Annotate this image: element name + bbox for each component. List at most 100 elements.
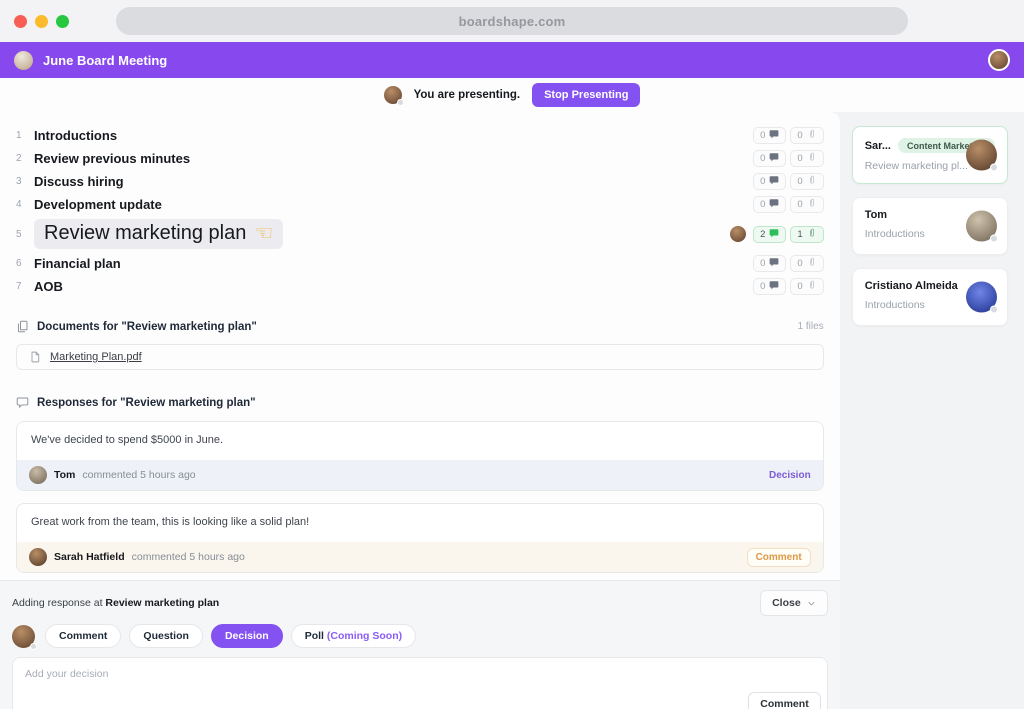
file-icon — [29, 351, 41, 363]
browser-chrome: boardshape.com — [0, 0, 1024, 42]
commenter-avatar — [29, 466, 47, 484]
close-composer-button[interactable]: Close — [760, 590, 828, 616]
responses-section-title: Responses for "Review marketing plan" — [37, 397, 824, 409]
files-count-badge[interactable]: 0 — [790, 127, 823, 144]
minimize-window-button[interactable] — [35, 15, 48, 28]
agenda-item-review-previous-minutes[interactable]: 2 Review previous minutes 0 0 — [0, 147, 840, 170]
participant-name: Tom — [865, 209, 887, 221]
agenda-number: 7 — [16, 281, 30, 292]
agenda-item-aob[interactable]: 7 AOB 0 0 — [0, 275, 840, 298]
composer-context-label: Adding response at Review marketing plan — [12, 597, 760, 609]
status-dot — [990, 235, 998, 243]
board-logo-avatar — [14, 51, 33, 70]
paperclip-icon — [807, 175, 817, 188]
response-composer: Adding response at Review marketing plan… — [0, 580, 840, 709]
participant-avatar — [966, 282, 997, 313]
zoom-window-button[interactable] — [56, 15, 69, 28]
comments-count-badge-active[interactable]: 2 — [753, 226, 786, 243]
agenda-number: 2 — [16, 153, 30, 164]
app-header: June Board Meeting — [0, 42, 1024, 78]
chat-icon — [769, 198, 779, 211]
files-count-badge[interactable]: 0 — [790, 278, 823, 295]
response-body: We've decided to spend $5000 in June. — [17, 422, 823, 460]
files-count-badge[interactable]: 0 — [790, 196, 823, 213]
stop-presenting-button[interactable]: Stop Presenting — [532, 83, 640, 107]
chat-icon — [769, 257, 779, 270]
close-window-button[interactable] — [14, 15, 27, 28]
main-column: 1 Introductions 0 0 2 Review previous mi… — [0, 112, 840, 709]
participant-card-tom[interactable]: Tom Introductions — [852, 197, 1008, 255]
window-controls — [14, 15, 69, 28]
document-link[interactable]: Marketing Plan.pdf — [50, 351, 142, 363]
participant-avatar — [966, 211, 997, 242]
response-card-decision: We've decided to spend $5000 in June. To… — [16, 421, 824, 491]
agenda-title[interactable]: Development update — [34, 197, 162, 212]
chat-icon — [769, 129, 779, 142]
chat-icon — [769, 175, 779, 188]
status-dot — [990, 306, 998, 314]
files-count-badge-active[interactable]: 1 — [790, 226, 823, 243]
participant-avatar — [966, 140, 997, 171]
files-count-badge[interactable]: 0 — [790, 150, 823, 167]
comments-count-badge[interactable]: 0 — [753, 255, 786, 272]
files-count-badge[interactable]: 0 — [790, 173, 823, 190]
participants-sidebar: Sar... Content Marketing Review marketin… — [840, 112, 1024, 709]
comments-count-badge[interactable]: 0 — [753, 127, 786, 144]
response-card-comment: Great work from the team, this is lookin… — [16, 503, 824, 573]
agenda-number: 3 — [16, 176, 30, 187]
agenda-item-introductions[interactable]: 1 Introductions 0 0 — [0, 124, 840, 147]
paperclip-icon — [807, 198, 817, 211]
comments-count-badge[interactable]: 0 — [753, 173, 786, 190]
agenda-item-development-update[interactable]: 4 Development update 0 0 — [0, 193, 840, 216]
agenda-title[interactable]: Financial plan — [34, 256, 121, 271]
tab-poll[interactable]: Poll (Coming Soon) — [291, 624, 416, 648]
main-content: 1 Introductions 0 0 2 Review previous mi… — [0, 112, 840, 580]
response-type-badge: Decision — [769, 470, 811, 481]
document-row[interactable]: Marketing Plan.pdf — [16, 344, 824, 370]
agenda-item-discuss-hiring[interactable]: 3 Discuss hiring 0 0 — [0, 170, 840, 193]
agenda-item-review-marketing-plan-active[interactable]: 5 Review marketing plan☜ 2 1 — [0, 216, 840, 252]
participant-card-sarah[interactable]: Sar... Content Marketing Review marketin… — [852, 126, 1008, 184]
responses-section: Responses for "Review marketing plan" We… — [0, 396, 840, 573]
comment-meta: commented 5 hours ago — [82, 469, 762, 481]
meeting-title: June Board Meeting — [43, 53, 978, 68]
submit-comment-button[interactable]: Comment — [748, 692, 820, 709]
agenda-number: 4 — [16, 199, 30, 210]
paperclip-icon — [807, 228, 817, 241]
agenda-number: 6 — [16, 258, 30, 269]
agenda-item-financial-plan[interactable]: 6 Financial plan 0 0 — [0, 252, 840, 275]
agenda-list: 1 Introductions 0 0 2 Review previous mi… — [0, 112, 840, 298]
status-dot — [990, 164, 998, 172]
chat-icon — [769, 228, 779, 241]
agenda-title[interactable]: AOB — [34, 279, 63, 294]
response-footer: Sarah Hatfield commented 5 hours ago Com… — [17, 542, 823, 572]
presenter-row-avatar — [730, 226, 746, 242]
documents-section-title: Documents for "Review marketing plan" — [37, 321, 790, 333]
agenda-title[interactable]: Introductions — [34, 128, 117, 143]
comments-count-badge[interactable]: 0 — [753, 196, 786, 213]
paperclip-icon — [807, 257, 817, 270]
commenter-avatar — [29, 548, 47, 566]
presenting-bar: You are presenting. Stop Presenting — [0, 78, 1024, 112]
status-dot — [397, 99, 404, 106]
chat-icon — [769, 152, 779, 165]
page-body: 1 Introductions 0 0 2 Review previous mi… — [0, 112, 1024, 709]
chevron-down-icon — [807, 599, 816, 608]
tab-comment[interactable]: Comment — [45, 624, 121, 648]
tab-question[interactable]: Question — [129, 624, 203, 648]
address-bar[interactable]: boardshape.com — [116, 7, 908, 35]
agenda-title[interactable]: Discuss hiring — [34, 174, 124, 189]
agenda-title[interactable]: Review previous minutes — [34, 151, 190, 166]
participant-card-cristiano[interactable]: Cristiano Almeida Introductions — [852, 268, 1008, 326]
agenda-number: 1 — [16, 130, 30, 141]
status-dot — [30, 643, 37, 650]
participant-name: Cristiano Almeida — [865, 280, 958, 292]
user-avatar[interactable] — [988, 49, 1010, 71]
tab-decision[interactable]: Decision — [211, 624, 283, 648]
comments-count-badge[interactable]: 0 — [753, 150, 786, 167]
comments-count-badge[interactable]: 0 — [753, 278, 786, 295]
decision-input[interactable] — [12, 657, 828, 709]
files-count-badge[interactable]: 0 — [790, 255, 823, 272]
agenda-title-active[interactable]: Review marketing plan☜ — [34, 219, 283, 249]
responses-icon — [16, 396, 29, 409]
